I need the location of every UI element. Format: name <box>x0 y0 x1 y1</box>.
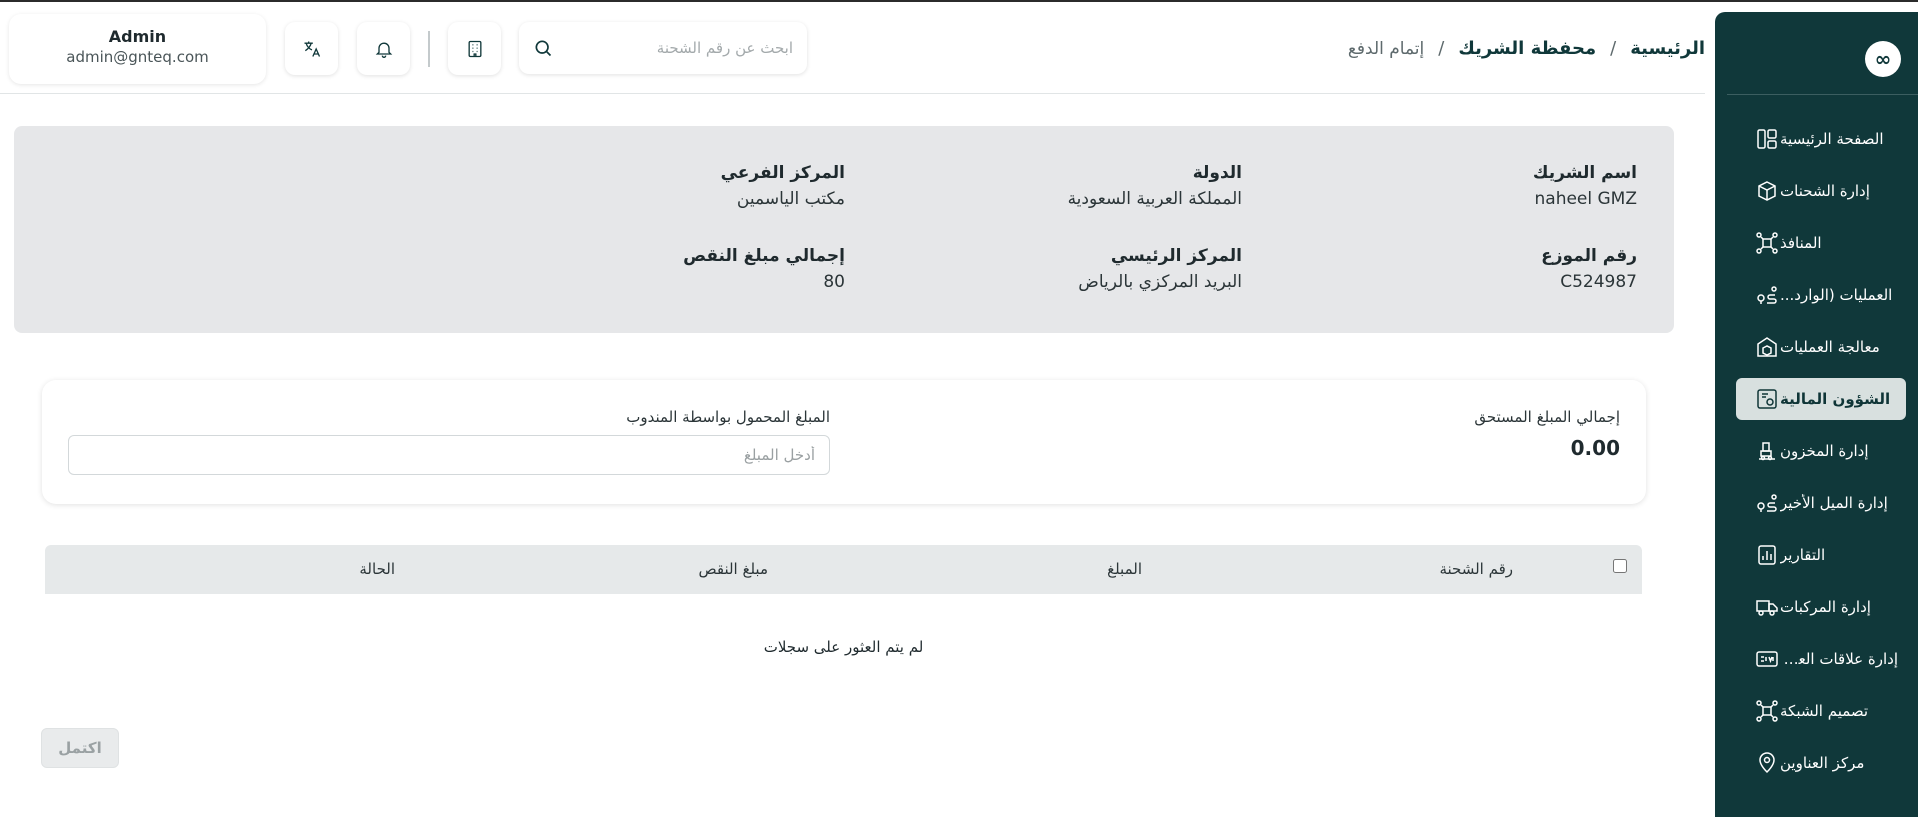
sidebar-divider <box>1727 94 1918 95</box>
table-header: رقم الشحنة المبلغ مبلغ النقص الحالة <box>45 545 1642 594</box>
field-label: رقم الموزع <box>1541 246 1637 266</box>
carried-amount-label: المبلغ المحمول بواسطة المندوب <box>626 408 830 426</box>
country-field: الدولة المملكة العربية السعودية <box>1068 163 1242 209</box>
column-header-shortage-amount[interactable]: مبلغ النقص <box>698 560 768 578</box>
sidebar-item-label: إدارة الميل الأخير <box>1780 494 1888 512</box>
column-header-status[interactable]: الحالة <box>359 560 395 578</box>
notifications-button[interactable] <box>357 22 410 75</box>
search-input[interactable] <box>559 39 793 57</box>
sidebar-item-inventory[interactable]: إدارة المخزون <box>1736 430 1906 472</box>
breadcrumb-separator: / <box>1438 38 1445 59</box>
building-icon <box>468 40 481 57</box>
sidebar-item-last-mile[interactable]: إدارة الميل الأخير <box>1736 482 1906 524</box>
distributor-number-field: رقم الموزع C524987 <box>1541 246 1637 292</box>
complete-button[interactable]: اكتمل <box>41 728 119 768</box>
language-button[interactable] <box>285 22 338 75</box>
user-name: Admin <box>108 27 167 46</box>
partner-info-panel: اسم الشريك naheel GMZ الدولة المملكة الع… <box>14 126 1674 333</box>
bell-icon <box>375 42 392 58</box>
field-label: المركز الرئيسي <box>1110 246 1242 266</box>
field-value: البريد المركزي بالرياض <box>1078 272 1242 292</box>
top-header: الرئيسية / محفظة الشريك / إتمام الدفع Ad… <box>0 2 1705 94</box>
network-icon <box>1754 230 1780 256</box>
route-icon <box>1754 282 1780 308</box>
organization-button[interactable] <box>448 22 501 75</box>
sidebar-item-label: إدارة المركبات <box>1780 598 1871 616</box>
app-logo[interactable]: ∞ <box>1865 41 1901 77</box>
field-label: الدولة <box>1192 163 1242 183</box>
crm-icon <box>1754 646 1780 672</box>
sidebar-item-reports[interactable]: التقارير <box>1736 534 1906 576</box>
column-header-shipment-number[interactable]: رقم الشحنة <box>1439 560 1513 578</box>
total-due-value: 0.00 <box>1570 436 1620 460</box>
sidebar-item-operations[interactable]: العمليات (الوارد... <box>1736 274 1906 316</box>
branch-field: المركز الفرعي مكتب الياسمين <box>721 163 845 209</box>
dashboard-icon <box>1754 126 1780 152</box>
field-value: C524987 <box>1560 272 1637 292</box>
sidebar-item-label: إدارة المخزون <box>1780 442 1869 460</box>
user-profile-card[interactable]: Admin admin@gnteq.com <box>9 14 266 84</box>
breadcrumb-home[interactable]: الرئيسية <box>1630 38 1705 59</box>
report-icon <box>1754 542 1780 568</box>
field-value: مكتب الياسمين <box>736 189 845 209</box>
shipment-search <box>519 22 807 74</box>
forklift-icon <box>1754 438 1780 464</box>
breadcrumb-current: إتمام الدفع <box>1347 38 1425 59</box>
payment-amount-card: إجمالي المبلغ المستحق 0.00 المبلغ المحمو… <box>42 380 1646 504</box>
package-icon <box>1754 178 1780 204</box>
network-icon <box>1754 698 1780 724</box>
total-shortage-field: إجمالي مبلغ النقص 80 <box>683 246 845 292</box>
sidebar-item-label: الصفحة الرئيسية <box>1780 130 1884 148</box>
breadcrumb: الرئيسية / محفظة الشريك / إتمام الدفع <box>1348 38 1705 59</box>
sidebar-item-label: الشؤون المالية <box>1780 390 1891 408</box>
table-body: لم يتم العثور على سجلات <box>45 594 1642 707</box>
total-due: إجمالي المبلغ المستحق 0.00 <box>1474 408 1620 460</box>
sidebar-item-label: تصميم الشبكة <box>1780 702 1869 720</box>
sidebar: ∞ الصفحة الرئيسية إدارة الشحنات المنافذ … <box>1715 12 1918 817</box>
breadcrumb-partner-wallet[interactable]: محفظة الشريك <box>1458 38 1596 59</box>
user-email: admin@gnteq.com <box>66 48 209 66</box>
column-header-amount[interactable]: المبلغ <box>1107 560 1142 578</box>
finance-icon <box>1754 386 1780 412</box>
truck-icon <box>1754 594 1780 620</box>
carried-amount: المبلغ المحمول بواسطة المندوب <box>68 408 830 475</box>
sidebar-item-label: إدارة علاقات العملاء <box>1780 650 1898 668</box>
sidebar-item-network-design[interactable]: تصميم الشبكة <box>1736 690 1906 732</box>
shipments-table: رقم الشحنة المبلغ مبلغ النقص الحالة لم ي… <box>45 545 1642 707</box>
field-label: المركز الفرعي <box>720 163 845 183</box>
sidebar-item-processing[interactable]: معالجة العمليات <box>1736 326 1906 368</box>
sidebar-item-home[interactable]: الصفحة الرئيسية <box>1736 118 1906 160</box>
empty-state-message: لم يتم العثور على سجلات <box>763 638 924 656</box>
route-icon <box>1754 490 1780 516</box>
field-value: naheel GMZ <box>1534 189 1638 209</box>
sidebar-item-label: المنافذ <box>1780 234 1822 252</box>
field-label: اسم الشريك <box>1532 163 1637 183</box>
sidebar-item-label: مركز العناوين <box>1780 754 1865 772</box>
field-label: إجمالي مبلغ النقص <box>683 246 845 266</box>
partner-name-field: اسم الشريك naheel GMZ <box>1533 163 1637 209</box>
sidebar-item-label: إدارة الشحنات <box>1780 182 1870 200</box>
breadcrumb-separator: / <box>1610 38 1617 59</box>
sidebar-item-label: التقارير <box>1780 546 1826 564</box>
header-divider <box>428 31 430 67</box>
warehouse-box-icon <box>1754 334 1780 360</box>
field-value: 80 <box>823 272 845 292</box>
select-all-checkbox[interactable] <box>1613 559 1627 573</box>
main-center-field: المركز الرئيسي البريد المركزي بالرياض <box>1078 246 1242 292</box>
carried-amount-input[interactable] <box>68 435 830 475</box>
search-icon[interactable] <box>533 38 553 58</box>
sidebar-item-crm[interactable]: إدارة علاقات العملاء <box>1736 638 1906 680</box>
sidebar-item-finance[interactable]: الشؤون المالية <box>1736 378 1906 420</box>
translate-icon <box>304 41 320 57</box>
field-value: المملكة العربية السعودية <box>1067 189 1242 209</box>
location-icon <box>1754 750 1780 776</box>
sidebar-item-address-center[interactable]: مركز العناوين <box>1736 742 1906 784</box>
sidebar-item-shipments[interactable]: إدارة الشحنات <box>1736 170 1906 212</box>
sidebar-item-label: العمليات (الوارد... <box>1780 286 1893 304</box>
sidebar-nav: الصفحة الرئيسية إدارة الشحنات المنافذ ال… <box>1715 118 1918 794</box>
sidebar-item-label: معالجة العمليات <box>1780 338 1880 356</box>
sidebar-item-vehicles[interactable]: إدارة المركبات <box>1736 586 1906 628</box>
sidebar-item-ports[interactable]: المنافذ <box>1736 222 1906 264</box>
total-due-label: إجمالي المبلغ المستحق <box>1474 408 1620 426</box>
